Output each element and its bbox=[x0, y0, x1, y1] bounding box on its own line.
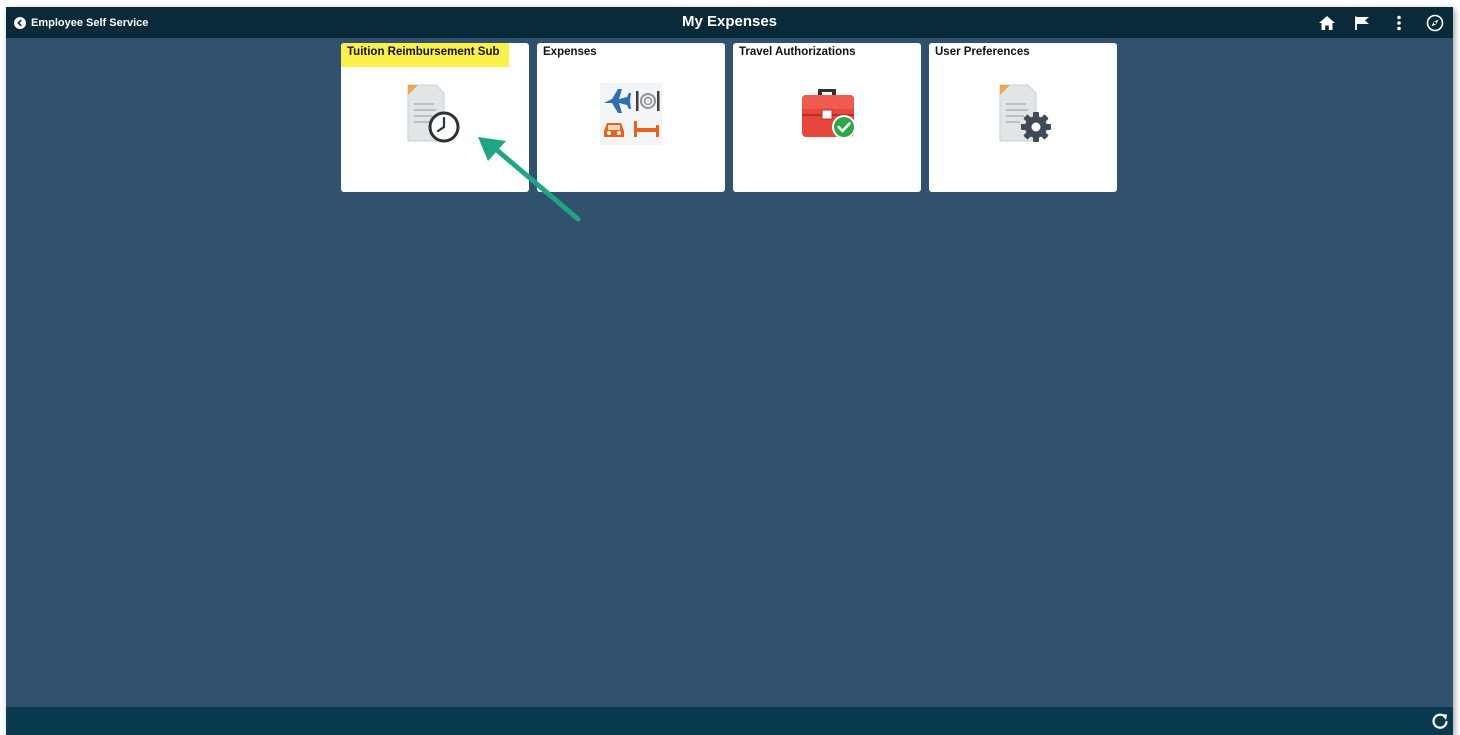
tile-title: Tuition Reimbursement Sub bbox=[341, 43, 509, 67]
expenses-travel-icon bbox=[598, 81, 664, 152]
document-clock-icon bbox=[402, 81, 468, 152]
more-vertical-icon[interactable] bbox=[1381, 7, 1417, 38]
page-title: My Expenses bbox=[681, 13, 778, 30]
tile-title: Travel Authorizations bbox=[739, 46, 856, 58]
briefcase-check-icon bbox=[794, 81, 860, 152]
navbar-compass-icon[interactable] bbox=[1417, 7, 1453, 38]
tile-title: User Preferences bbox=[935, 46, 1030, 58]
flag-icon[interactable] bbox=[1345, 7, 1381, 38]
app-window: Employee Self Service My Expenses Tuitio… bbox=[6, 7, 1453, 735]
document-gear-icon bbox=[990, 81, 1056, 152]
annotation-arrow bbox=[476, 137, 586, 232]
home-icon[interactable] bbox=[1309, 7, 1345, 38]
header-bar: Employee Self Service My Expenses bbox=[6, 7, 1453, 38]
tile-user-preferences[interactable]: User Preferences bbox=[929, 43, 1117, 192]
tile-grid: Tuition Reimbursement Sub Expenses Trave… bbox=[341, 43, 1117, 192]
footer-bar bbox=[6, 707, 1453, 735]
refresh-icon[interactable] bbox=[1431, 712, 1449, 735]
tile-title: Expenses bbox=[543, 46, 597, 58]
header-actions bbox=[1309, 7, 1453, 38]
tile-travel-authorizations[interactable]: Travel Authorizations bbox=[733, 43, 921, 192]
